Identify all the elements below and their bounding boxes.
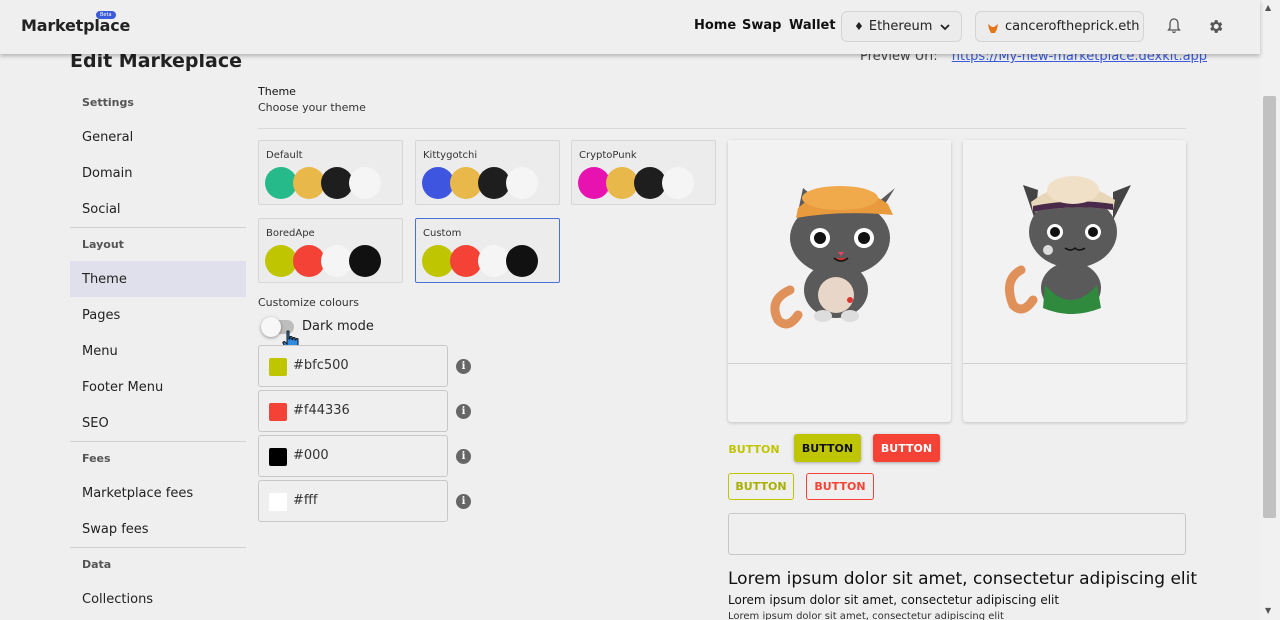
theme-subtitle: Choose your theme — [258, 101, 366, 114]
divider — [258, 128, 1186, 129]
info-icon[interactable]: i — [456, 404, 471, 419]
toggle-knob — [261, 317, 281, 337]
nav-home[interactable]: Home — [694, 18, 736, 33]
info-icon[interactable]: i — [456, 494, 471, 509]
outlined-button-secondary[interactable]: BUTTON — [806, 473, 874, 500]
beta-badge: Beta — [96, 11, 116, 19]
network-name: Ethereum — [868, 19, 933, 34]
theme-title: Theme — [258, 85, 296, 98]
nav-swap[interactable]: Swap — [742, 18, 781, 33]
nft-image — [728, 140, 951, 364]
color-chip — [269, 493, 287, 511]
metamask-fox-icon — [988, 22, 998, 33]
text-color-field[interactable]: #000 — [258, 435, 448, 477]
swatch — [506, 167, 538, 199]
top-app-bar: Marketplace Beta Home Swap Wallet ♦ Ethe… — [0, 0, 1260, 54]
info-icon[interactable]: i — [456, 449, 471, 464]
nav-wallet[interactable]: Wallet — [789, 18, 836, 33]
color-swatches — [578, 167, 694, 199]
customize-colours-label: Customize colours — [258, 296, 360, 309]
scroll-down-arrow-icon[interactable]: ▼ — [1265, 606, 1271, 615]
theme-card-name: Kittygotchi — [423, 150, 478, 161]
text-button-primary[interactable]: BUTTON — [728, 436, 780, 462]
theme-card-boredape[interactable]: BoredApe — [258, 218, 403, 283]
sidebar-item-footer-menu[interactable]: Footer Menu — [70, 369, 246, 405]
theme-card-name: CryptoPunk — [579, 150, 637, 161]
sidebar-section-fees: Fees — [82, 452, 111, 465]
theme-card-name: Custom — [423, 228, 462, 239]
swatch — [349, 167, 381, 199]
theme-card-name: Default — [266, 150, 303, 161]
theme-header: Theme Choose your theme — [258, 85, 366, 114]
color-swatches — [422, 245, 538, 277]
secondary-color-field[interactable]: #f44336 — [258, 390, 448, 432]
bell-icon[interactable] — [1165, 17, 1183, 35]
color-swatches — [265, 167, 381, 199]
sidebar-item-pages[interactable]: Pages — [70, 297, 246, 333]
network-selector[interactable]: ♦ Ethereum — [841, 11, 962, 42]
color-value: #f44336 — [293, 403, 350, 418]
page-scrollbar[interactable]: ▲ ▼ — [1260, 0, 1280, 620]
logo[interactable]: Marketplace — [21, 16, 130, 35]
sidebar-item-menu[interactable]: Menu — [70, 333, 246, 369]
outlined-button-primary[interactable]: BUTTON — [728, 473, 794, 500]
nft-preview-card — [728, 140, 951, 422]
color-swatches — [265, 245, 381, 277]
theme-card-default[interactable]: Default — [258, 140, 403, 205]
dark-mode-label: Dark mode — [302, 319, 374, 334]
sidebar-item-marketplace-fees[interactable]: Marketplace fees — [70, 475, 246, 511]
preview-heading: Lorem ipsum dolor sit amet, consectetur … — [728, 569, 1198, 589]
scroll-up-arrow-icon[interactable]: ▲ — [1265, 3, 1271, 12]
sidebar-item-swap-fees[interactable]: Swap fees — [70, 511, 246, 547]
sidebar-item-seo[interactable]: SEO — [70, 405, 246, 441]
primary-color-field[interactable]: #bfc500 — [258, 345, 448, 387]
background-color-field[interactable]: #fff — [258, 480, 448, 522]
sidebar-item-general[interactable]: General — [70, 119, 246, 155]
swatch — [349, 245, 381, 277]
theme-card-cryptopunk[interactable]: CryptoPunk — [571, 140, 716, 205]
swatch — [506, 245, 538, 277]
scroll-thumb[interactable] — [1263, 96, 1276, 518]
theme-card-custom[interactable]: Custom — [415, 218, 560, 283]
gear-icon[interactable] — [1206, 17, 1224, 35]
contained-button-secondary[interactable]: BUTTON — [873, 434, 940, 462]
preview-body1: Lorem ipsum dolor sit amet, consectetur … — [728, 593, 1060, 607]
sidebar-item-social[interactable]: Social — [70, 191, 246, 227]
contained-button-primary[interactable]: BUTTON — [794, 434, 861, 462]
sidebar-section-settings: Settings — [82, 96, 134, 109]
settings-sidebar: Settings General Domain Social Layout Th… — [70, 86, 246, 617]
info-icon[interactable]: i — [456, 359, 471, 374]
theme-card-kittygotchi[interactable]: Kittygotchi — [415, 140, 560, 205]
chevron-down-icon — [940, 20, 951, 34]
color-chip — [269, 403, 287, 421]
sidebar-item-theme[interactable]: Theme — [70, 261, 246, 297]
color-value: #bfc500 — [293, 358, 349, 373]
color-swatches — [422, 167, 538, 199]
theme-card-name: BoredApe — [266, 228, 315, 239]
sidebar-item-domain[interactable]: Domain — [70, 155, 246, 191]
swatch — [662, 167, 694, 199]
preview-text-field[interactable] — [728, 513, 1186, 555]
account-button[interactable]: canceroftheprick.eth — [975, 11, 1144, 42]
nft-image — [963, 140, 1186, 364]
color-chip — [269, 358, 287, 376]
account-name: canceroftheprick.eth — [1005, 19, 1140, 34]
color-value: #000 — [293, 448, 329, 463]
ethereum-icon: ♦ — [854, 20, 864, 33]
sidebar-section-layout: Layout — [82, 238, 124, 251]
nft-preview-card — [963, 140, 1186, 422]
color-value: #fff — [293, 493, 318, 508]
sidebar-section-data: Data — [82, 558, 112, 571]
sidebar-item-collections[interactable]: Collections — [70, 581, 246, 617]
color-chip — [269, 448, 287, 466]
preview-body2: Lorem ipsum dolor sit amet, consectetur … — [728, 611, 1004, 620]
